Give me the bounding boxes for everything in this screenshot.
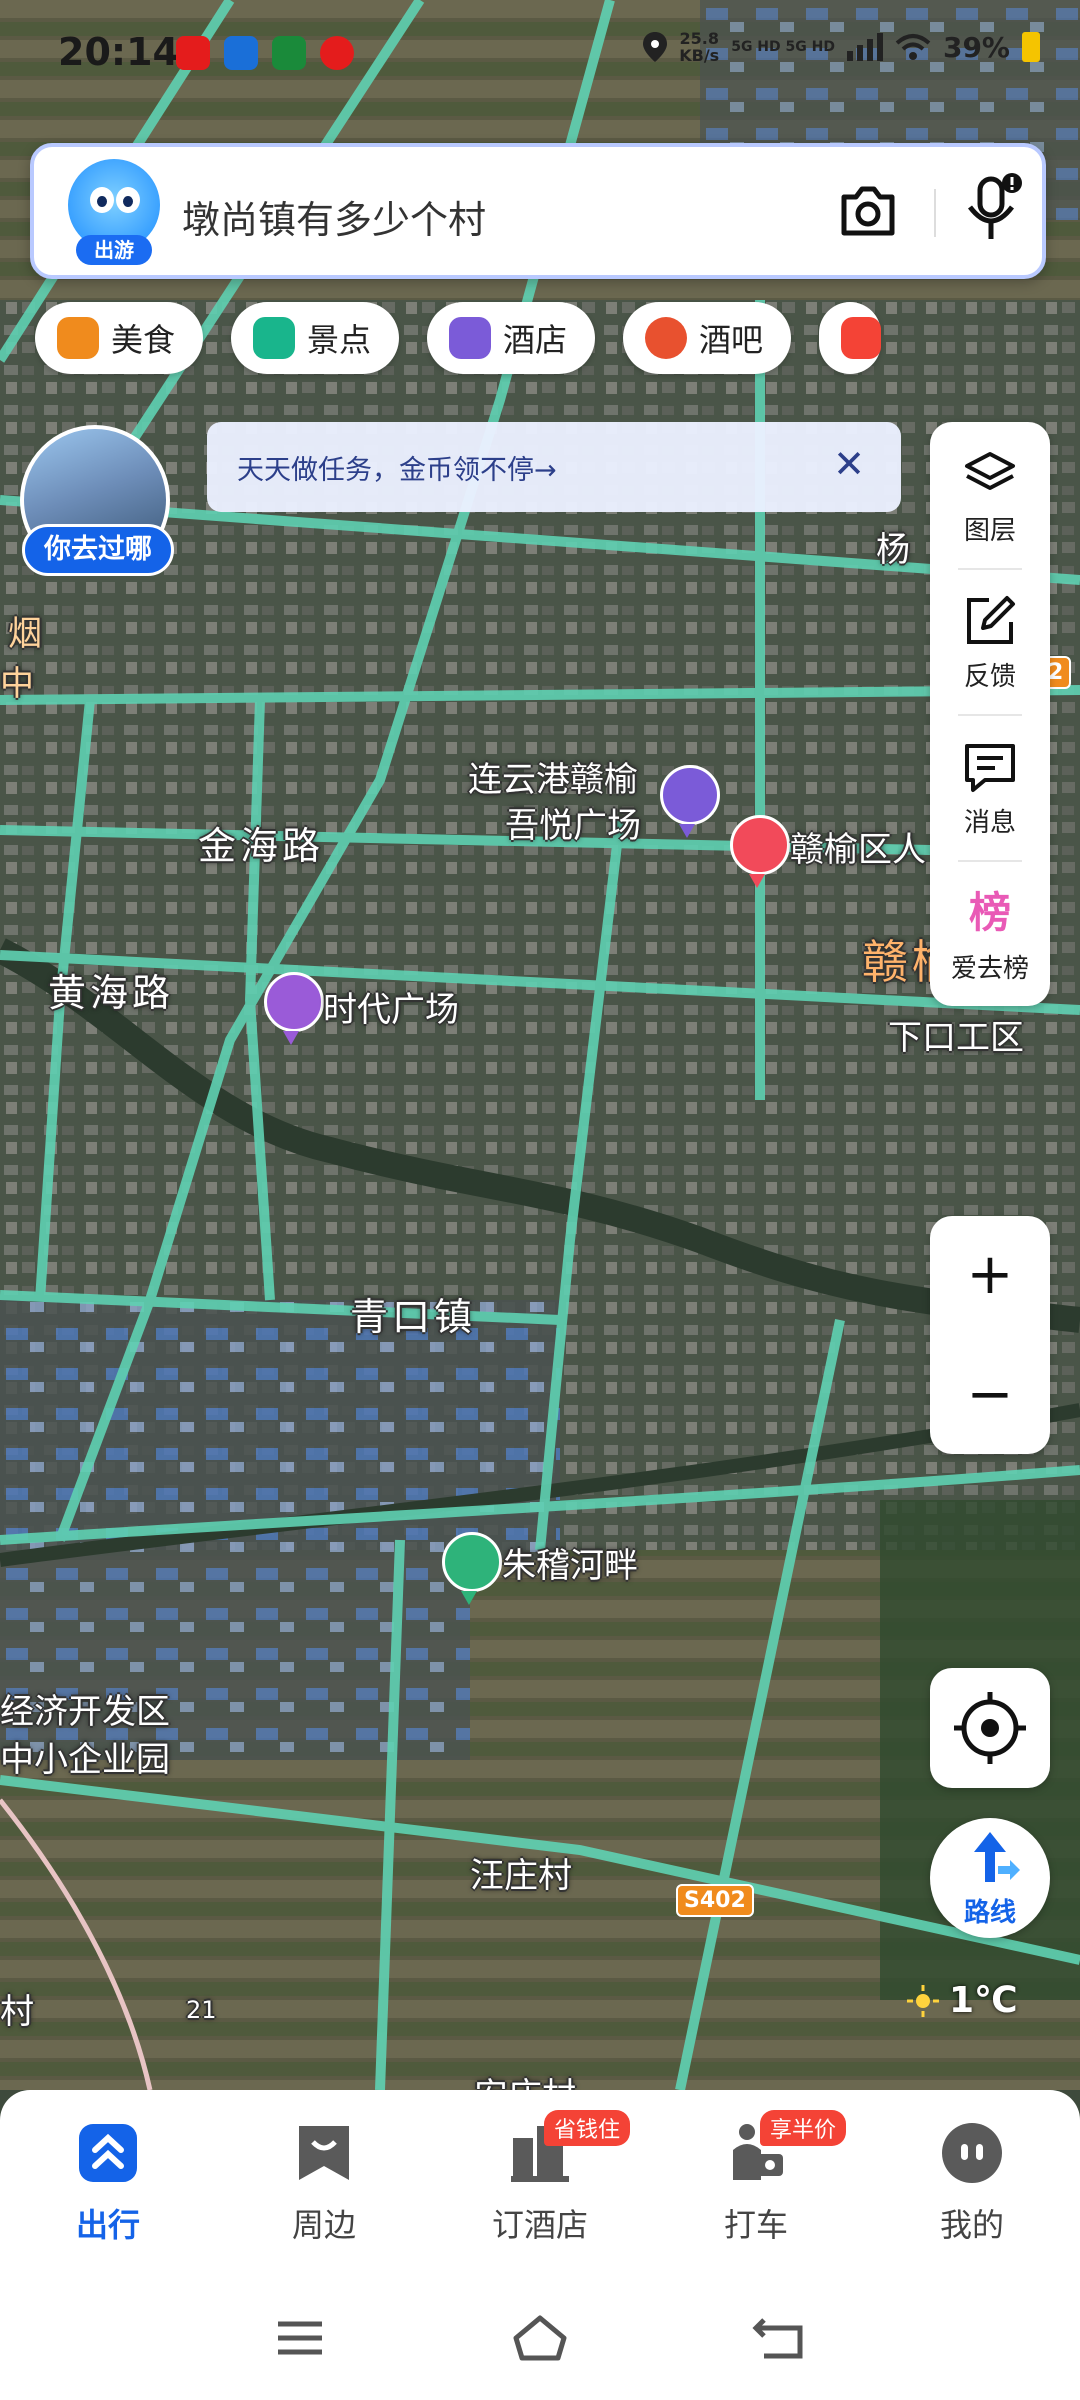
park-pin-icon[interactable] bbox=[442, 1532, 502, 1605]
map-label-sme-park: 中小企业园 bbox=[0, 1740, 170, 1780]
road-badge-s402: S402 bbox=[676, 1884, 754, 1917]
nav-travel[interactable]: 出行 bbox=[28, 2120, 188, 2246]
map-toolbar: 图层 反馈 消息 榜 爱去榜 bbox=[930, 422, 1050, 1006]
battery-percent: 39% bbox=[942, 30, 1010, 64]
bank-icon bbox=[272, 36, 306, 70]
map-label-ganyu-hospital[interactable]: 赣榆区人 bbox=[790, 822, 926, 871]
task-banner-text[interactable]: 天天做任务，金币领不停→ bbox=[237, 448, 557, 487]
hotel-promo-badge: 省钱住 bbox=[544, 2110, 631, 2146]
notification-icons bbox=[176, 36, 354, 70]
mall-pin-icon[interactable] bbox=[660, 765, 720, 838]
map-label-yang: 杨 bbox=[876, 530, 910, 570]
system-navigation-bar bbox=[0, 2270, 1080, 2400]
map-label-zhuji[interactable]: 朱稽河畔 bbox=[502, 1538, 638, 1587]
target-icon bbox=[320, 36, 354, 70]
map-label-zhong: 中 bbox=[0, 664, 34, 704]
category-bar[interactable]: 酒吧 bbox=[623, 302, 792, 374]
bottom-navigation: 出行 周边 订酒店 省钱住 打车 享半价 我的 bbox=[0, 2090, 1080, 2270]
messages-button[interactable]: 消息 bbox=[930, 714, 1050, 860]
category-more[interactable] bbox=[819, 302, 882, 374]
weather-indicator[interactable]: 1℃ bbox=[905, 1980, 1018, 2021]
map-label-huanghai-road: 黄海路 bbox=[48, 971, 175, 1015]
message-icon bbox=[965, 744, 1015, 792]
edit-feedback-icon bbox=[967, 596, 1015, 644]
map-label-wangzhuang: 汪庄村 bbox=[470, 1856, 572, 1896]
status-time: 20:14 bbox=[58, 30, 179, 74]
search-bar[interactable]: 出游 墩尚镇有多少个村 bbox=[30, 143, 1046, 279]
category-food[interactable]: 美食 bbox=[35, 302, 204, 374]
signal-icon bbox=[846, 33, 883, 61]
hotel-icon bbox=[449, 317, 492, 359]
location-icon bbox=[643, 32, 668, 62]
food-icon bbox=[57, 317, 99, 359]
map-label-qingkou: 青口镇 bbox=[350, 1295, 477, 1339]
nearby-icon bbox=[299, 2126, 349, 2180]
attraction-icon bbox=[253, 317, 296, 359]
search-query[interactable]: 墩尚镇有多少个村 bbox=[182, 189, 486, 244]
camera-icon[interactable] bbox=[836, 179, 900, 243]
task-banner[interactable]: 天天做任务，金币领不停→ ✕ bbox=[207, 422, 901, 512]
map-label-lianyungang[interactable]: 连云港赣榆 bbox=[468, 752, 638, 801]
locate-button[interactable] bbox=[930, 1668, 1050, 1788]
bar-icon bbox=[645, 317, 688, 359]
travel-tag[interactable]: 出游 bbox=[76, 235, 152, 265]
network-type: 5G HD 5G HD bbox=[731, 38, 835, 55]
category-hotel[interactable]: 酒店 bbox=[427, 302, 596, 374]
zoom-out-button[interactable]: − bbox=[930, 1336, 1050, 1454]
zoom-in-button[interactable]: + bbox=[930, 1216, 1050, 1334]
nav-profile[interactable]: 我的 bbox=[892, 2120, 1052, 2246]
nav-nearby[interactable]: 周边 bbox=[244, 2120, 404, 2246]
battery-icon bbox=[1022, 32, 1040, 62]
temperature: 1℃ bbox=[949, 1980, 1018, 2021]
visited-places-button[interactable]: 你去过哪 bbox=[22, 524, 174, 576]
close-icon[interactable]: ✕ bbox=[833, 444, 865, 484]
ranking-button[interactable]: 榜 爱去榜 bbox=[930, 860, 1050, 1006]
feedback-button[interactable]: 反馈 bbox=[930, 568, 1050, 714]
travel-icon bbox=[79, 2124, 137, 2182]
map-label-xiakou: 下口工区 bbox=[888, 1018, 1024, 1058]
map-label-yan: 烟 bbox=[8, 614, 42, 654]
map-label-road-21: 21 bbox=[186, 1996, 217, 2024]
microphone-icon[interactable] bbox=[962, 173, 1024, 245]
zoom-control: + − bbox=[930, 1216, 1050, 1454]
category-chips: 美食 景点 酒店 酒吧 bbox=[35, 302, 882, 374]
wifi-icon bbox=[895, 34, 931, 60]
crosshair-icon bbox=[954, 1692, 1026, 1764]
more-category-icon bbox=[841, 317, 882, 359]
route-button[interactable]: 路线 bbox=[930, 1818, 1050, 1938]
status-bar: 20:14 25.8 KB/s 5G HD 5G HD 39% bbox=[0, 0, 1080, 110]
telecom-icon bbox=[224, 36, 258, 70]
map-label-jinhai-road: 金海路 bbox=[198, 824, 325, 868]
sun-icon bbox=[907, 1984, 939, 2017]
layers-button[interactable]: 图层 bbox=[930, 422, 1050, 568]
home-icon[interactable] bbox=[510, 2308, 570, 2368]
category-attractions[interactable]: 景点 bbox=[231, 302, 400, 374]
ranking-icon: 榜 bbox=[968, 888, 1011, 937]
map-label-anzhuang: 安庄村 bbox=[474, 2068, 576, 2090]
shopping-pin-icon[interactable] bbox=[264, 972, 324, 1045]
map-label-shidai[interactable]: 时代广场 bbox=[323, 982, 459, 1031]
map-label-wuyue[interactable]: 吾悦广场 bbox=[505, 798, 641, 847]
taxi-promo-badge: 享半价 bbox=[760, 2110, 847, 2146]
menu-icon[interactable] bbox=[270, 2308, 330, 2368]
layers-icon bbox=[965, 452, 1015, 490]
back-icon[interactable] bbox=[750, 2308, 810, 2368]
nav-hotel[interactable]: 订酒店 省钱住 bbox=[460, 2110, 631, 2246]
mcdonalds-icon bbox=[176, 36, 210, 70]
profile-icon bbox=[942, 2123, 1002, 2183]
route-arrow-icon bbox=[974, 1832, 1020, 1882]
network-speed: 25.8 KB/s bbox=[679, 29, 720, 65]
map-label-cun: 村 bbox=[0, 1992, 34, 2032]
map-label-econ-zone: 经济开发区 bbox=[0, 1692, 170, 1732]
nav-taxi[interactable]: 打车 享半价 bbox=[676, 2110, 847, 2246]
search-separator bbox=[934, 189, 936, 237]
hospital-pin-icon[interactable] bbox=[730, 815, 790, 888]
